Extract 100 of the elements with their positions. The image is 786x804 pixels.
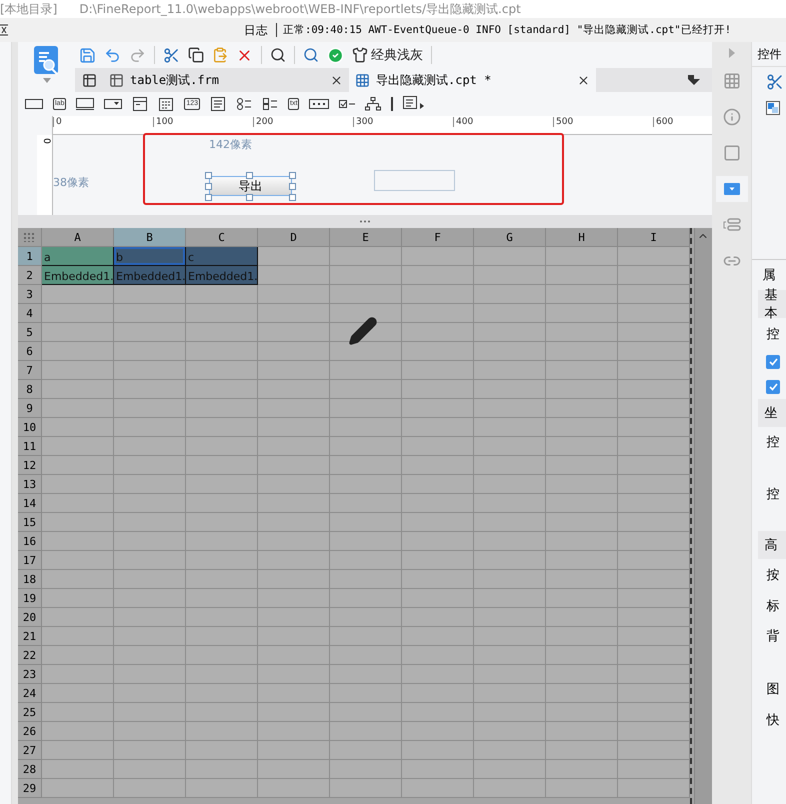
row-header[interactable]: 22 xyxy=(18,646,42,665)
table-cell[interactable] xyxy=(402,475,474,494)
cut-button[interactable] xyxy=(163,46,180,64)
table-cell[interactable] xyxy=(474,437,546,456)
table-cell[interactable] xyxy=(330,437,402,456)
column-header[interactable]: H xyxy=(546,228,618,247)
table-cell[interactable] xyxy=(546,304,618,323)
table-cell[interactable] xyxy=(330,665,402,684)
table-cell[interactable] xyxy=(186,494,258,513)
table-cell[interactable] xyxy=(402,266,474,285)
widget-icon[interactable] xyxy=(403,97,426,111)
table-cell[interactable] xyxy=(474,589,546,608)
table-cell[interactable] xyxy=(258,323,330,342)
table-cell[interactable] xyxy=(42,342,114,361)
table-cell[interactable] xyxy=(618,323,690,342)
table-cell[interactable] xyxy=(42,323,114,342)
table-cell[interactable] xyxy=(330,703,402,722)
table-cell[interactable] xyxy=(114,722,186,741)
table-cell[interactable] xyxy=(42,551,114,570)
table-cell[interactable] xyxy=(402,513,474,532)
table-cell[interactable] xyxy=(618,779,690,798)
table-cell[interactable] xyxy=(402,684,474,703)
table-cell[interactable] xyxy=(618,456,690,475)
table-cell[interactable] xyxy=(474,380,546,399)
caret-icon[interactable] xyxy=(42,78,50,83)
table-cell[interactable] xyxy=(402,741,474,760)
redo-button[interactable] xyxy=(129,46,146,64)
table-cell[interactable] xyxy=(402,456,474,475)
undo-button[interactable] xyxy=(104,46,121,64)
row-header[interactable]: 25 xyxy=(18,703,42,722)
resize-handle[interactable] xyxy=(246,194,253,201)
log-label[interactable]: 日志 xyxy=(244,22,268,38)
table-cell[interactable] xyxy=(42,703,114,722)
close-icon[interactable] xyxy=(577,74,590,86)
table-cell[interactable] xyxy=(474,779,546,798)
table-cell[interactable] xyxy=(618,627,690,646)
table-cell[interactable] xyxy=(618,266,690,285)
table-cell[interactable] xyxy=(474,285,546,304)
table-cell[interactable] xyxy=(546,323,618,342)
table-cell[interactable] xyxy=(546,456,618,475)
table-cell[interactable] xyxy=(186,684,258,703)
widget-icon[interactable] xyxy=(339,97,356,111)
table-cell[interactable] xyxy=(114,342,186,361)
table-cell[interactable] xyxy=(546,570,618,589)
table-cell[interactable] xyxy=(402,380,474,399)
table-cell[interactable] xyxy=(42,665,114,684)
table-cell[interactable] xyxy=(330,760,402,779)
section-header[interactable]: 高 xyxy=(758,531,786,559)
row-header[interactable]: 12 xyxy=(18,456,42,475)
table-cell[interactable] xyxy=(42,513,114,532)
table-cell[interactable] xyxy=(330,779,402,798)
table-cell[interactable] xyxy=(546,437,618,456)
table-cell[interactable] xyxy=(546,722,618,741)
table-cell[interactable] xyxy=(546,760,618,779)
table-cell[interactable] xyxy=(114,627,186,646)
table-cell[interactable] xyxy=(618,741,690,760)
table-cell[interactable] xyxy=(42,380,114,399)
table-cell[interactable] xyxy=(186,285,258,304)
table-cell[interactable] xyxy=(474,722,546,741)
table-cell[interactable] xyxy=(474,304,546,323)
theme-button[interactable]: 经典浅灰 xyxy=(352,46,423,64)
table-cell[interactable] xyxy=(186,304,258,323)
table-cell[interactable] xyxy=(330,494,402,513)
row-header[interactable]: 18 xyxy=(18,570,42,589)
table-cell[interactable] xyxy=(258,437,330,456)
table-cell[interactable] xyxy=(618,247,690,266)
table-cell[interactable] xyxy=(114,456,186,475)
table-cell[interactable] xyxy=(186,760,258,779)
table-cell[interactable] xyxy=(474,513,546,532)
column-header[interactable]: D xyxy=(258,228,330,247)
table-cell[interactable] xyxy=(258,551,330,570)
table-cell[interactable] xyxy=(258,627,330,646)
widget-icon[interactable] xyxy=(76,97,94,111)
row-header[interactable]: 29 xyxy=(18,779,42,798)
table-cell[interactable] xyxy=(330,285,402,304)
table-cell[interactable] xyxy=(618,418,690,437)
table-cell[interactable] xyxy=(42,646,114,665)
table-cell[interactable] xyxy=(114,380,186,399)
table-cell[interactable] xyxy=(546,551,618,570)
table-cell[interactable] xyxy=(258,703,330,722)
table-cell[interactable] xyxy=(186,722,258,741)
table-cell[interactable] xyxy=(258,266,330,285)
table-cell[interactable] xyxy=(330,399,402,418)
row-header[interactable]: 15 xyxy=(18,513,42,532)
column-header[interactable]: I xyxy=(618,228,690,247)
check-button[interactable] xyxy=(327,46,344,64)
table-cell[interactable] xyxy=(330,380,402,399)
table-cell[interactable] xyxy=(258,532,330,551)
widget-icon[interactable] xyxy=(236,97,252,111)
table-cell[interactable] xyxy=(42,570,114,589)
table-cell[interactable] xyxy=(114,437,186,456)
table-cell[interactable] xyxy=(546,342,618,361)
table-cell[interactable] xyxy=(618,475,690,494)
table-cell[interactable] xyxy=(114,684,186,703)
search-button[interactable] xyxy=(270,47,286,63)
table-cell[interactable] xyxy=(474,760,546,779)
table-cell[interactable] xyxy=(114,532,186,551)
row-header[interactable]: 5 xyxy=(18,323,42,342)
table-cell[interactable] xyxy=(186,513,258,532)
table-cell[interactable] xyxy=(402,646,474,665)
